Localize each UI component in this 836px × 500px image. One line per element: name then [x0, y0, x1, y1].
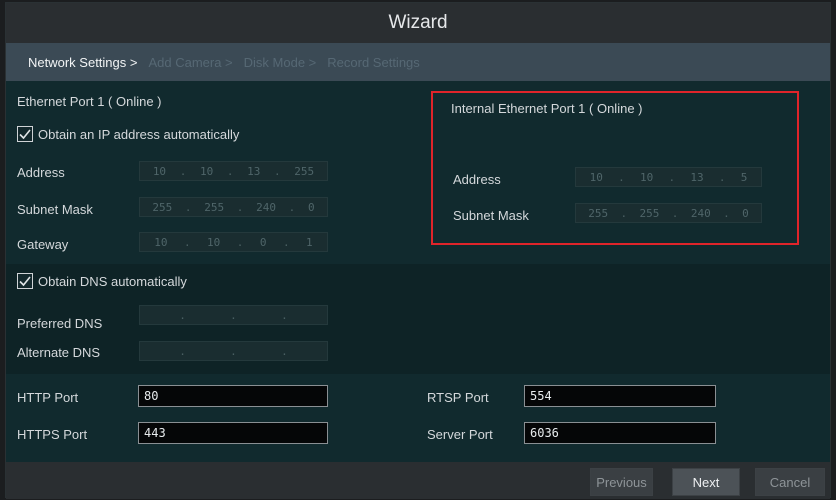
dot-separator: .: [226, 164, 234, 178]
title-bar: Wizard: [6, 3, 830, 43]
address-field[interactable]: 10. 10. 13. 255: [139, 161, 328, 181]
alternate-dns-label: Alternate DNS: [17, 345, 101, 360]
rtsp-port-input[interactable]: 554: [524, 385, 716, 407]
dot-separator: .: [668, 170, 676, 184]
https-port-input[interactable]: 443: [138, 422, 328, 444]
dot-separator: .: [236, 235, 244, 249]
gateway-octet-1: 10: [154, 235, 168, 249]
dot-separator: .: [281, 308, 288, 322]
dot-separator: .: [281, 344, 288, 358]
address-octet-4: 255: [294, 164, 315, 178]
step-disk-mode[interactable]: Disk Mode >: [244, 55, 317, 70]
gateway-octet-3: 0: [259, 235, 267, 249]
subnet-octet-2: 255: [204, 200, 225, 214]
internal-subnet-octet-3: 240: [690, 206, 711, 220]
dot-separator: .: [183, 235, 191, 249]
dot-separator: .: [179, 164, 187, 178]
obtain-dns-checkbox[interactable]: [17, 273, 33, 289]
obtain-dns-label: Obtain DNS automatically: [38, 274, 187, 289]
subnet-octet-1: 255: [152, 200, 173, 214]
dot-separator: .: [671, 206, 679, 220]
internal-address-octet-1: 10: [589, 170, 603, 184]
cancel-button[interactable]: Cancel: [755, 468, 825, 496]
window-title: Wizard: [388, 12, 448, 33]
wizard-steps: Network Settings > Add Camera > Disk Mod…: [6, 43, 830, 81]
dot-separator: .: [184, 200, 192, 214]
server-port-label: Server Port: [427, 427, 493, 442]
next-button[interactable]: Next: [672, 468, 740, 496]
checkmark-icon: [19, 129, 31, 140]
step-network-settings[interactable]: Network Settings >: [28, 55, 137, 70]
gateway-field[interactable]: 10. 10. 0. 1: [139, 232, 328, 252]
address-octet-2: 10: [199, 164, 214, 178]
dot-separator: .: [282, 235, 290, 249]
ethernet-port-title: Ethernet Port 1 ( Online ): [17, 94, 162, 109]
dot-separator: .: [288, 200, 296, 214]
internal-subnet-mask-field[interactable]: 255. 255. 240. 0: [575, 203, 762, 223]
address-label: Address: [17, 165, 65, 180]
dot-separator: .: [718, 170, 726, 184]
preferred-dns-label: Preferred DNS: [17, 316, 103, 331]
internal-address-octet-4: 5: [740, 170, 748, 184]
subnet-mask-label: Subnet Mask: [17, 202, 93, 217]
internal-address-label: Address: [453, 172, 501, 187]
https-port-label: HTTPS Port: [17, 427, 88, 442]
step-record-settings[interactable]: Record Settings: [327, 55, 420, 70]
dot-separator: .: [723, 206, 730, 220]
internal-address-field[interactable]: 10. 10. 13. 5: [575, 167, 762, 187]
address-octet-3: 13: [247, 164, 261, 178]
alternate-dns-field[interactable]: . . .: [139, 341, 328, 361]
http-port-input[interactable]: 80: [138, 385, 328, 407]
dot-separator: .: [230, 344, 237, 358]
obtain-ip-checkbox[interactable]: [17, 126, 33, 142]
dot-separator: .: [236, 200, 244, 214]
internal-subnet-octet-1: 255: [588, 206, 609, 220]
obtain-ip-label: Obtain an IP address automatically: [38, 127, 240, 142]
subnet-octet-3: 240: [256, 200, 276, 214]
subnet-mask-field[interactable]: 255. 255. 240. 0: [139, 197, 328, 217]
dot-separator: .: [274, 164, 281, 178]
internal-port-title: Internal Ethernet Port 1 ( Online ): [451, 101, 643, 116]
internal-subnet-octet-4: 0: [742, 206, 749, 220]
internal-subnet-octet-2: 255: [639, 206, 660, 220]
dot-separator: .: [179, 308, 186, 322]
dot-separator: .: [618, 170, 625, 184]
gateway-octet-2: 10: [207, 235, 221, 249]
checkmark-icon: [19, 276, 31, 287]
wizard-window: Wizard Network Settings > Add Camera > D…: [5, 2, 831, 499]
dot-separator: .: [230, 308, 237, 322]
internal-subnet-mask-label: Subnet Mask: [453, 208, 529, 223]
http-port-label: HTTP Port: [17, 390, 79, 405]
address-octet-1: 10: [152, 164, 167, 178]
step-add-camera[interactable]: Add Camera >: [148, 55, 232, 70]
footer-bar: Previous Next Cancel: [6, 462, 830, 499]
gateway-octet-4: 1: [306, 235, 313, 249]
rtsp-port-label: RTSP Port: [427, 390, 489, 405]
previous-button[interactable]: Previous: [590, 468, 653, 496]
internal-address-octet-3: 13: [690, 170, 704, 184]
server-port-input[interactable]: 6036: [524, 422, 716, 444]
subnet-octet-4: 0: [307, 200, 315, 214]
dot-separator: .: [179, 344, 186, 358]
dot-separator: .: [620, 206, 628, 220]
gateway-label: Gateway: [17, 237, 69, 252]
preferred-dns-field[interactable]: . . .: [139, 305, 328, 325]
internal-address-octet-2: 10: [640, 170, 654, 184]
